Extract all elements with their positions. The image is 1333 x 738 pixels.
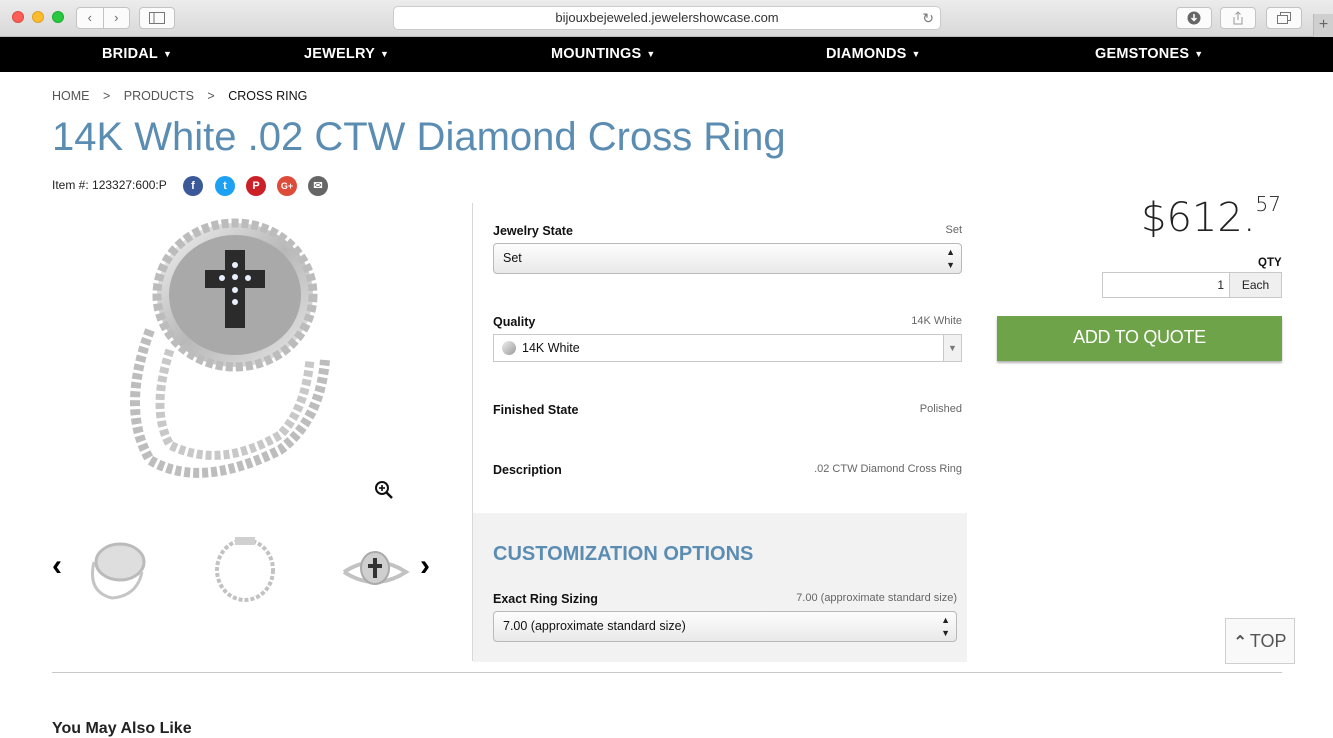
price-dollars: $612. <box>1141 195 1256 241</box>
back-icon[interactable]: ‹ <box>77 8 104 28</box>
new-tab-button[interactable]: + <box>1313 14 1333 37</box>
nav-item-diamonds[interactable]: DIAMONDS ▼ <box>826 37 921 71</box>
nav-label: DIAMONDS <box>826 46 907 62</box>
nav-label: MOUNTINGS <box>551 46 642 62</box>
finished-state-label: Finished State <box>493 403 579 417</box>
customization-title: CUSTOMIZATION OPTIONS <box>493 543 754 565</box>
thumbnail-prev-icon[interactable]: ‹ <box>52 548 62 584</box>
description-value: .02 CTW Diamond Cross Ring <box>814 463 962 475</box>
nav-label: GEMSTONES <box>1095 46 1190 62</box>
qty-label: QTY <box>1258 257 1282 269</box>
thumbnail-image[interactable] <box>82 532 152 604</box>
finished-state-value: Polished <box>919 403 962 415</box>
top-label: TOP <box>1249 631 1287 651</box>
nav-label: JEWELRY <box>304 46 375 62</box>
breadcrumb-separator: > <box>207 89 215 103</box>
qty-input[interactable]: 1 <box>1102 272 1230 298</box>
item-number: Item #: 123327:600:P <box>52 178 167 192</box>
nav-item-gemstones[interactable]: GEMSTONES ▼ <box>1095 37 1203 71</box>
caret-down-icon: ▼ <box>646 49 656 59</box>
jewelry-state-label: Jewelry State <box>493 224 573 238</box>
nav-item-jewelry[interactable]: JEWELRY ▼ <box>304 37 389 71</box>
download-icon[interactable] <box>1176 7 1212 29</box>
quality-label: Quality <box>493 315 536 329</box>
sidebar-toggle-icon[interactable] <box>139 7 175 29</box>
ring-sizing-value: 7.00 (approximate standard size) <box>796 592 957 604</box>
add-to-quote-button[interactable]: ADD TO QUOTE <box>997 316 1282 361</box>
breadcrumb-products[interactable]: PRODUCTS <box>124 89 194 103</box>
address-text: bijouxbejeweled.jewelershowcase.com <box>555 10 779 25</box>
minimize-window-button[interactable] <box>32 11 44 23</box>
close-window-button[interactable] <box>12 11 24 23</box>
also-like-heading: You May Also Like <box>52 720 192 737</box>
facebook-icon[interactable]: f <box>183 176 203 196</box>
share-icon[interactable] <box>1220 7 1256 29</box>
quality-select[interactable]: 14K White ▼ <box>493 334 962 362</box>
email-icon[interactable]: ✉ <box>308 176 328 196</box>
forward-icon[interactable]: › <box>104 8 130 28</box>
reload-icon[interactable]: ↻ <box>922 7 934 29</box>
address-bar[interactable]: bijouxbejeweled.jewelershowcase.com ↻ <box>393 6 941 30</box>
breadcrumb-current: CROSS RING <box>228 89 308 103</box>
product-title: 14K White .02 CTW Diamond Cross Ring <box>52 115 786 159</box>
quality-selected: 14K White <box>522 341 580 355</box>
jewelry-state-selected: Set <box>503 251 522 265</box>
chevron-up-icon: ⌃ <box>1233 634 1247 651</box>
chevron-down-icon: ▼ <box>943 335 961 361</box>
price-cents: 57 <box>1255 192 1281 216</box>
description-label: Description <box>493 463 562 477</box>
browser-toolbar: ‹ › bijouxbejeweled.jewelershowcase.com … <box>0 0 1333 37</box>
jewelry-state-select[interactable]: Set ▲ ▼ <box>493 243 962 274</box>
history-nav: ‹ › <box>76 7 130 29</box>
tabs-overview-icon[interactable] <box>1266 7 1302 29</box>
back-to-top-button[interactable]: ⌃ TOP <box>1225 618 1295 664</box>
breadcrumb-home[interactable]: HOME <box>52 89 90 103</box>
thumbnail-next-icon[interactable]: › <box>420 548 430 584</box>
zoom-window-button[interactable] <box>52 11 64 23</box>
nav-item-mountings[interactable]: MOUNTINGS ▼ <box>551 37 656 71</box>
metal-swatch-icon <box>502 341 516 355</box>
product-main-image[interactable] <box>110 210 370 490</box>
breadcrumb: HOME > PRODUCTS > CROSS RING <box>52 89 317 103</box>
qty-unit: Each <box>1229 272 1282 298</box>
main-nav: BRIDAL ▼ JEWELRY ▼ MOUNTINGS ▼ DIAMONDS ▼ GE… <box>0 37 1333 72</box>
quality-value: 14K White <box>911 315 962 327</box>
caret-down-icon: ▼ <box>379 49 390 59</box>
nav-label: BRIDAL <box>102 46 158 62</box>
ring-sizing-label: Exact Ring Sizing <box>493 592 598 606</box>
thumbnail-image[interactable] <box>340 532 410 604</box>
jewelry-state-value: Set <box>945 224 962 236</box>
caret-down-icon: ▼ <box>162 49 173 59</box>
select-arrows-icon: ▲ ▼ <box>941 615 950 638</box>
nav-item-bridal[interactable]: BRIDAL ▼ <box>102 37 172 71</box>
section-divider <box>52 672 1282 673</box>
caret-down-icon: ▼ <box>1194 49 1204 59</box>
product-price: $612.57 <box>1141 192 1281 241</box>
twitter-icon[interactable]: t <box>215 176 235 196</box>
pinterest-icon[interactable]: P <box>246 176 266 196</box>
thumbnail-image[interactable] <box>210 532 280 604</box>
select-arrows-icon: ▲ ▼ <box>946 247 955 270</box>
ring-sizing-select[interactable]: 7.00 (approximate standard size) ▲ ▼ <box>493 611 957 642</box>
breadcrumb-separator: > <box>102 89 111 103</box>
zoom-in-icon[interactable] <box>374 480 394 500</box>
ring-sizing-selected: 7.00 (approximate standard size) <box>503 619 686 633</box>
caret-down-icon: ▼ <box>911 49 921 59</box>
google-plus-icon[interactable]: G+ <box>277 176 297 196</box>
